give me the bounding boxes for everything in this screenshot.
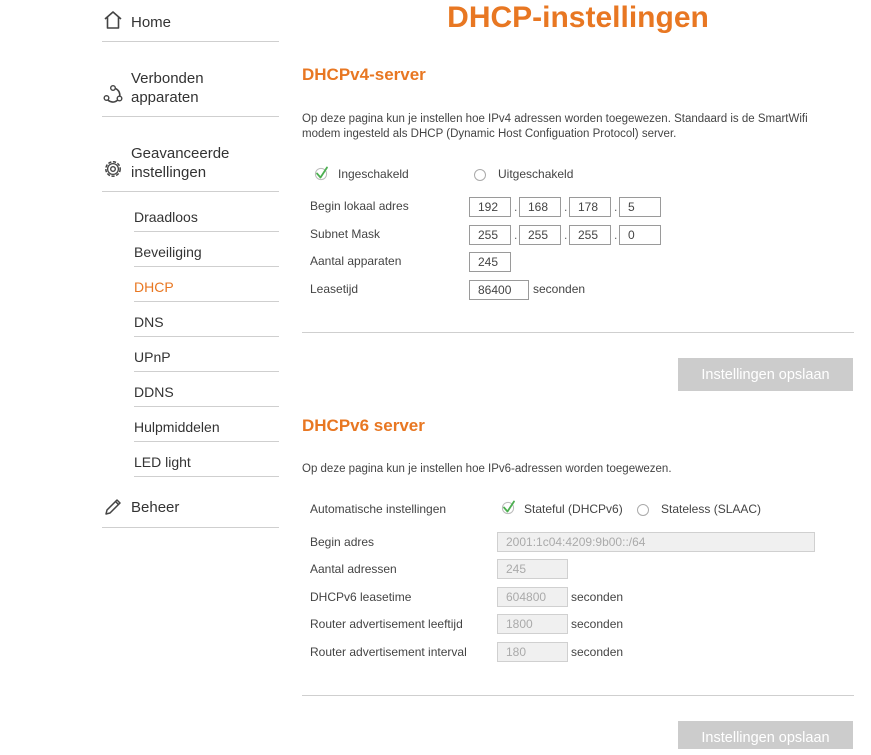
- disabled-option-label[interactable]: Uitgeschakeld: [498, 166, 573, 182]
- router-adv-lifetime-input[interactable]: 1800: [497, 614, 568, 634]
- address-count-input[interactable]: 245: [497, 559, 568, 579]
- device-count-input[interactable]: 245: [469, 252, 511, 272]
- stateful-option-label[interactable]: Stateful (DHCPv6): [524, 501, 623, 517]
- octet-separator: .: [514, 200, 518, 214]
- address-count-label: Aantal adressen: [310, 562, 397, 576]
- network-devices-icon: [102, 84, 124, 106]
- router-adv-lifetime-label: Router advertisement leeftijd: [310, 617, 463, 631]
- section-divider: [302, 695, 854, 696]
- sidebar-item-label: Verbonden: [131, 70, 204, 87]
- lease-time-unit: seconden: [533, 282, 586, 296]
- begin-octet-2-input[interactable]: 168: [519, 197, 561, 217]
- sidebar-item-label: Home: [131, 14, 172, 31]
- home-icon: [102, 9, 124, 31]
- router-adv-interval-unit: seconden: [571, 645, 624, 659]
- sidebar-item-management[interactable]: Beheer: [102, 476, 279, 528]
- subnet-mask-label: Subnet Mask: [310, 227, 381, 241]
- octet-separator: .: [614, 228, 618, 242]
- sidebar-item-hulpmiddelen[interactable]: Hulpmiddelen: [134, 418, 279, 442]
- enabled-option-label[interactable]: Ingeschakeld: [338, 166, 409, 182]
- dhcpv6-leasetime-unit: seconden: [571, 590, 624, 604]
- lease-time-label: Leasetijd: [310, 282, 359, 296]
- sidebar-item-dhcp[interactable]: DHCP: [134, 278, 279, 302]
- sidebar-item-label: instellingen: [131, 164, 207, 181]
- stateful-checkmark-icon[interactable]: [500, 499, 516, 515]
- begin-address-label: Begin lokaal adres: [310, 199, 409, 213]
- mask-octet-2-input[interactable]: 255: [519, 225, 561, 245]
- octet-separator: .: [564, 200, 568, 214]
- enabled-checkmark-icon[interactable]: [313, 165, 329, 181]
- dhcpv6-leasetime-label: DHCPv6 leasetime: [310, 590, 412, 604]
- begin-address-input[interactable]: 2001:1c04:4209:9b00::/64: [497, 532, 815, 552]
- sidebar-item-beveiliging[interactable]: Beveiliging: [134, 243, 279, 267]
- dhcpv4-section-title: DHCPv4-server: [302, 65, 426, 84]
- sidebar-item-ddns[interactable]: DDNS: [134, 383, 279, 407]
- dhcpv6-description: Op deze pagina kun je instellen hoe IPv6…: [302, 463, 672, 475]
- sidebar-item-upnp[interactable]: UPnP: [134, 348, 279, 372]
- auto-settings-label: Automatische instellingen: [310, 502, 447, 516]
- stateless-radio[interactable]: [637, 504, 649, 516]
- octet-separator: .: [514, 228, 518, 242]
- mask-octet-4-input[interactable]: 0: [619, 225, 661, 245]
- dhcpv4-description: Op deze pagina kun je instellen hoe IPv4…: [302, 113, 808, 140]
- sidebar-item-advanced-settings[interactable]: Geavanceerde instellingen: [102, 116, 279, 192]
- dhcpv6-section-title: DHCPv6 server: [302, 416, 425, 435]
- device-count-label: Aantal apparaten: [310, 254, 402, 268]
- save-settings-button[interactable]: Instellingen opslaan: [678, 721, 853, 749]
- mask-octet-3-input[interactable]: 255: [569, 225, 611, 245]
- begin-address-label: Begin adres: [310, 535, 375, 549]
- sidebar-item-dns[interactable]: DNS: [134, 313, 279, 337]
- router-adv-interval-input[interactable]: 180: [497, 642, 568, 662]
- mask-octet-1-input[interactable]: 255: [469, 225, 511, 245]
- sidebar-item-draadloos[interactable]: Draadloos: [134, 208, 279, 232]
- sidebar-item-label: apparaten: [131, 89, 199, 106]
- dhcpv6-leasetime-input[interactable]: 604800: [497, 587, 568, 607]
- gear-icon: [102, 158, 124, 180]
- sidebar-item-led-light[interactable]: LED light: [134, 453, 279, 477]
- sidebar-item-home[interactable]: Home: [102, 0, 279, 42]
- lease-time-input[interactable]: 86400: [469, 280, 529, 300]
- sidebar-item-label: Beheer: [131, 499, 180, 516]
- router-adv-lifetime-unit: seconden: [571, 617, 624, 631]
- octet-separator: .: [564, 228, 568, 242]
- router-adv-interval-label: Router advertisement interval: [310, 645, 467, 659]
- pencil-icon: [102, 496, 124, 518]
- disabled-radio[interactable]: [474, 169, 486, 181]
- section-divider: [302, 332, 854, 333]
- begin-octet-3-input[interactable]: 178: [569, 197, 611, 217]
- save-settings-button[interactable]: Instellingen opslaan: [678, 358, 853, 391]
- octet-separator: .: [614, 200, 618, 214]
- sidebar-item-label: Geavanceerde: [131, 145, 230, 162]
- begin-octet-1-input[interactable]: 192: [469, 197, 511, 217]
- stateless-option-label[interactable]: Stateless (SLAAC): [661, 501, 761, 517]
- page-title: DHCP-instellingen: [447, 1, 709, 34]
- sidebar-item-connected-devices[interactable]: Verbonden apparaten: [102, 41, 279, 117]
- begin-octet-4-input[interactable]: 5: [619, 197, 661, 217]
